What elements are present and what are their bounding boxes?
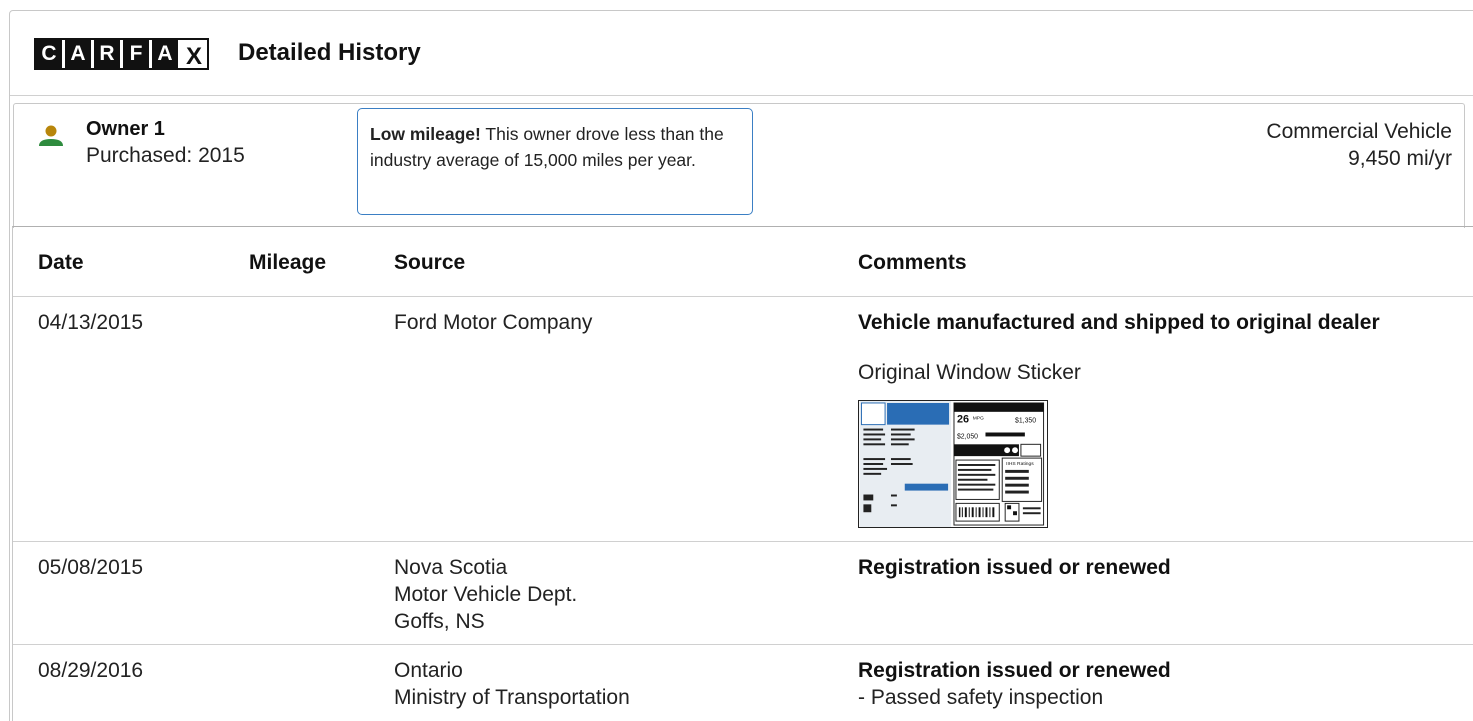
owner-name: Owner 1 xyxy=(86,118,165,140)
logo-letter: A xyxy=(65,40,91,68)
logo-letter: A xyxy=(152,40,178,68)
table-row: 04/13/2015 Ford Motor Company Vehicle ma… xyxy=(13,297,1473,542)
low-mileage-note: Low mileage! This owner drove less than … xyxy=(357,108,753,215)
carfax-logo: C A R F A X xyxy=(34,38,209,70)
row-date: 04/13/2015 xyxy=(38,311,144,334)
sticker-cost: $2,050 xyxy=(957,433,978,440)
table-row: 05/08/2015 Nova Scotia Motor Vehicle Dep… xyxy=(13,542,1473,645)
row-comment-title: Registration issued or renewed xyxy=(858,659,1171,682)
source-line: Nova Scotia xyxy=(394,556,508,579)
window-sticker-label: Original Window Sticker xyxy=(858,361,1081,384)
person-icon xyxy=(39,125,63,146)
column-header-source: Source xyxy=(394,251,466,274)
history-table: Date Mileage Source Comments 04/13/2015 … xyxy=(12,226,1473,721)
sticker-mpg: 26 xyxy=(957,414,969,426)
sticker-mpg-unit: MPG xyxy=(973,416,984,422)
owner-summary: Owner 1 Purchased: 2015 Low mileage! Thi… xyxy=(13,103,1465,228)
owner-usage: Commercial Vehicle 9,450 mi/yr xyxy=(1266,118,1452,172)
row-comment-title: Registration issued or renewed xyxy=(858,556,1171,579)
row-comment-title: Vehicle manufactured and shipped to orig… xyxy=(858,311,1380,334)
row-comments: Registration issued or renewed - Passed … xyxy=(858,657,1171,711)
logo-letter: R xyxy=(94,40,120,68)
note-highlight: Low mileage! xyxy=(370,124,481,144)
column-header-mileage: Mileage xyxy=(249,251,327,274)
row-comment-detail: - Passed safety inspection xyxy=(858,686,1104,709)
source-line: Ministry of Transportation xyxy=(394,686,630,709)
vehicle-type: Commercial Vehicle xyxy=(1266,120,1452,143)
source-line: Ontario xyxy=(394,659,463,682)
window-sticker-thumbnail[interactable]: 26 MPG $1,350 $2,050 IIHS Ratings xyxy=(858,400,1048,528)
miles-per-year: 9,450 mi/yr xyxy=(1348,147,1452,170)
card-header: C A R F A X Detailed History xyxy=(10,11,1473,96)
column-header-comments: Comments xyxy=(858,251,967,274)
logo-letter: C xyxy=(36,40,62,68)
row-source: Nova Scotia Motor Vehicle Dept. Goffs, N… xyxy=(394,554,577,635)
row-date: 05/08/2015 xyxy=(38,556,144,579)
row-source: Ford Motor Company xyxy=(394,311,593,334)
owner-purchased: Purchased: 2015 xyxy=(86,144,245,167)
row-source: Ontario Ministry of Transportation xyxy=(394,657,630,711)
column-header-date: Date xyxy=(38,251,84,274)
row-date: 08/29/2016 xyxy=(38,659,144,682)
source-line: Motor Vehicle Dept. xyxy=(394,583,578,606)
logo-letter: X xyxy=(181,40,207,70)
logo-letter: F xyxy=(123,40,149,68)
source-line: Goffs, NS xyxy=(394,610,485,633)
sticker-save: $1,350 xyxy=(1015,418,1036,425)
table-row: 08/29/2016 Ontario Ministry of Transport… xyxy=(13,645,1473,721)
sticker-ratings: IIHS Ratings xyxy=(1006,461,1034,467)
table-header-row: Date Mileage Source Comments xyxy=(13,227,1473,297)
page-title: Detailed History xyxy=(238,39,421,66)
